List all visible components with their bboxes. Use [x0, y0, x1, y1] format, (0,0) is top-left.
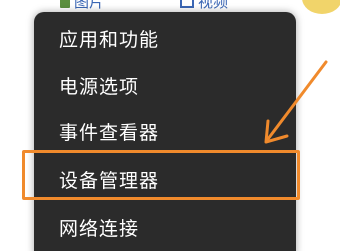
menu-item-label: 网络连接	[59, 218, 140, 240]
highlight-box	[22, 150, 300, 200]
image-icon	[60, 0, 70, 8]
menu-item-network-connections[interactable]: 网络连接	[34, 206, 296, 251]
menu-item-label: 电源选项	[59, 76, 140, 98]
menu-item-apps-and-features[interactable]: 应用和功能	[34, 17, 296, 63]
screenshot-stage: 图片 视频 应用和功能 电源选项 事件查看器 设备管理器 网络连接	[0, 0, 340, 251]
video-icon	[180, 0, 194, 8]
avatar-icon[interactable]	[302, 0, 340, 14]
menu-item-power-options[interactable]: 电源选项	[34, 64, 296, 110]
context-menu: 应用和功能 电源选项 事件查看器 设备管理器 网络连接	[34, 12, 296, 251]
toolbar-item-video[interactable]: 视频	[198, 0, 228, 12]
toolbar-item-image[interactable]: 图片	[74, 0, 104, 12]
menu-item-label: 应用和功能	[59, 29, 160, 51]
